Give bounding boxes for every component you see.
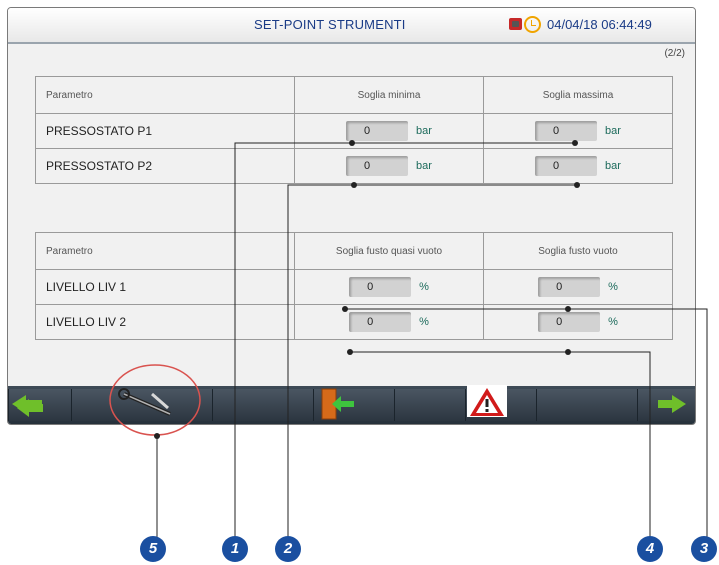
arrow-right-icon: [658, 395, 686, 413]
annotation-layer: [12, 140, 708, 538]
highlight-ellipse: [109, 364, 201, 436]
callout-4: 4: [637, 536, 663, 562]
leader-lines: [156, 142, 708, 538]
arrow-left-icon: [12, 395, 42, 413]
callout-3: 3: [691, 536, 717, 562]
callout-2: 2: [275, 536, 301, 562]
callout-5: 5: [140, 536, 166, 562]
callout-1: 1: [222, 536, 248, 562]
wrench-icon: [118, 388, 171, 416]
exit-door-icon: [321, 388, 354, 420]
warning-icon: [467, 385, 507, 417]
